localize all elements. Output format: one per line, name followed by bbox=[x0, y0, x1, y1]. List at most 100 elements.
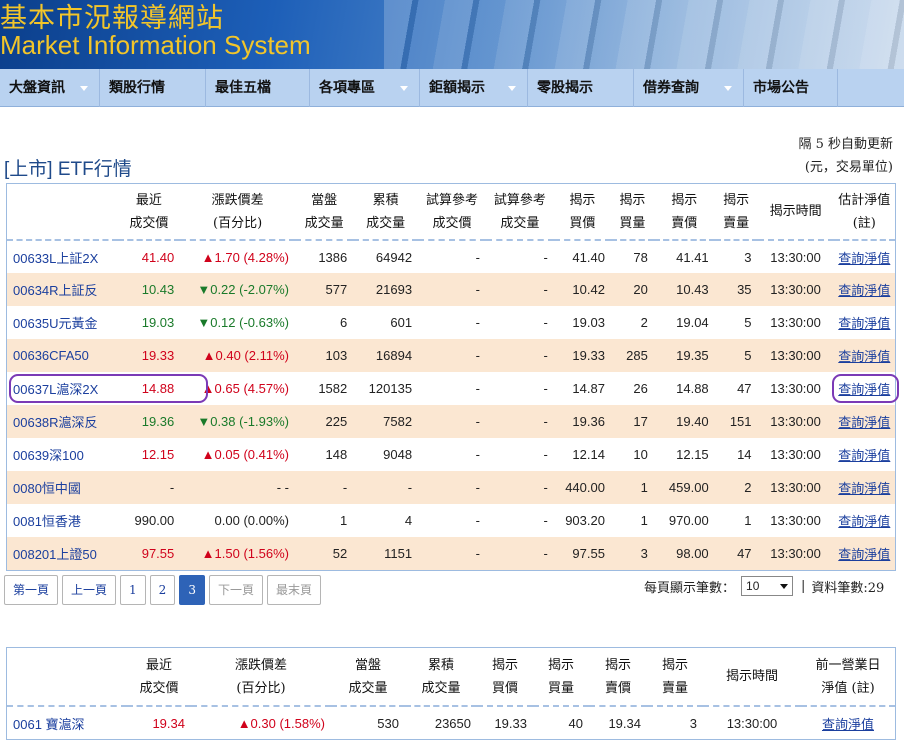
nav-item-0[interactable]: 大盤資訊 bbox=[0, 69, 100, 107]
bid-volume: 17 bbox=[610, 405, 654, 438]
quote-time: 13:30:00 bbox=[770, 249, 821, 265]
query-nav-link[interactable]: 查詢淨值 bbox=[838, 283, 890, 298]
etf-name[interactable]: 0080恒中國 bbox=[7, 471, 118, 504]
ask-volume: 47 bbox=[737, 381, 752, 396]
etf-name[interactable]: 00634R上証反 bbox=[7, 273, 118, 306]
nav-item-1[interactable]: 類股行情 bbox=[100, 69, 206, 107]
etf-name[interactable]: 00637L滬深2X bbox=[7, 372, 207, 405]
site-banner: 基本市況報導網站 Market Information System bbox=[0, 0, 904, 69]
page-size-select[interactable]: 10 bbox=[741, 576, 794, 596]
current-volume: 225 bbox=[294, 405, 354, 438]
nav-item-4[interactable]: 鉅額揭示 bbox=[420, 69, 528, 107]
bid-volume: 10 bbox=[633, 447, 648, 462]
page-size-value: 10 bbox=[746, 579, 760, 593]
etf-name[interactable]: 00638R滬深反 bbox=[7, 405, 118, 438]
bid-price: 19.33 bbox=[494, 715, 527, 731]
column-header: 最近 成交價 bbox=[127, 648, 191, 706]
etf-name[interactable]: 00633L上証2X bbox=[7, 240, 118, 273]
table-row: 00635U元黃金 19.03 ▼0.12 (-0.63%) 6 601 - - 19.03 2… bbox=[7, 306, 895, 339]
nav-item-5[interactable]: 零股揭示 bbox=[528, 69, 634, 107]
pager-button-0[interactable]: 第一頁 bbox=[4, 575, 59, 605]
price-change: ▲1.50 (1.56%) bbox=[180, 537, 295, 570]
etf-name[interactable]: 00636CFA50 bbox=[7, 339, 118, 372]
etf-name[interactable]: 00635U元黃金 bbox=[7, 306, 118, 339]
trial-price: - bbox=[418, 471, 486, 504]
column-header: 揭示時間 bbox=[703, 648, 801, 706]
query-nav-link[interactable]: 查詢淨值 bbox=[822, 717, 874, 732]
etf-name[interactable]: 0061 寶滬深 bbox=[7, 706, 127, 739]
price-change: ▲0.30 (1.58%) bbox=[237, 715, 325, 731]
pager-button-1[interactable]: 上一頁 bbox=[62, 575, 117, 605]
last-price: 97.55 bbox=[117, 537, 181, 570]
etf-name[interactable]: 00639深100 bbox=[7, 438, 118, 471]
query-nav-link[interactable]: 查詢淨值 bbox=[838, 448, 890, 463]
column-header-line2: 成交量 bbox=[348, 680, 388, 696]
query-nav-link[interactable]: 查詢淨值 bbox=[838, 382, 890, 397]
ask-volume: 5 bbox=[714, 339, 758, 372]
column-header-line1: 試算參考 bbox=[493, 192, 546, 208]
ask-price: 19.04 bbox=[676, 315, 709, 330]
nav-item-label: 借券查詢 bbox=[643, 80, 699, 96]
ask-price: 19.40 bbox=[653, 405, 715, 438]
ask-volume: 35 bbox=[714, 273, 758, 306]
query-nav-link[interactable]: 查詢淨值 bbox=[838, 514, 890, 529]
page-title: [上市] ETF行情 bbox=[4, 159, 132, 180]
cumulative-volume: 4 bbox=[404, 513, 413, 528]
trial-price: - bbox=[475, 447, 480, 462]
trial-price: - bbox=[475, 513, 480, 528]
column-header-line1: 揭示 bbox=[723, 192, 750, 208]
pager-button-6: 最末頁 bbox=[266, 575, 321, 605]
ask-volume: 3 bbox=[744, 249, 752, 265]
query-nav-link[interactable]: 查詢淨值 bbox=[838, 415, 890, 430]
bid-volume: 78 bbox=[633, 249, 648, 265]
column-header: 揭示 買量 bbox=[611, 184, 654, 240]
price-change: ▼0.22 (-2.07%) bbox=[180, 273, 295, 306]
current-volume: 148 bbox=[325, 447, 348, 462]
pager-button-4[interactable]: 3 bbox=[179, 575, 205, 605]
column-header-line2: 買量 bbox=[619, 215, 646, 231]
bid-price: 97.55 bbox=[553, 537, 611, 570]
ask-price: 41.41 bbox=[676, 249, 709, 265]
pager-button-2[interactable]: 1 bbox=[120, 575, 146, 605]
last-price: 990.00 bbox=[134, 513, 175, 528]
nav-item-label: 最佳五檔 bbox=[215, 80, 271, 96]
column-header: 累積 成交量 bbox=[405, 648, 477, 706]
trial-price: - bbox=[418, 273, 486, 306]
chevron-down-icon bbox=[400, 86, 408, 91]
query-nav-link[interactable]: 查詢淨值 bbox=[838, 547, 890, 562]
nav-cell: 查詢淨值 bbox=[833, 339, 895, 372]
column-header-line2: 賣價 bbox=[604, 680, 631, 696]
query-nav-link[interactable]: 查詢淨值 bbox=[838, 251, 890, 266]
ask-volume: 2 bbox=[714, 471, 758, 504]
query-nav-link[interactable]: 查詢淨值 bbox=[838, 349, 890, 364]
etf-name[interactable]: 0081恒香港 bbox=[7, 504, 118, 537]
column-header-line1: 揭示 bbox=[671, 192, 698, 208]
query-nav-link[interactable]: 查詢淨值 bbox=[838, 316, 890, 331]
column-header-line1: 揭示 bbox=[569, 192, 596, 208]
last-price: 19.33 bbox=[117, 339, 181, 372]
nav-item-2[interactable]: 最佳五檔 bbox=[206, 69, 310, 107]
ask-volume: 47 bbox=[714, 537, 758, 570]
current-volume: - bbox=[294, 471, 354, 504]
pager-button-3[interactable]: 2 bbox=[149, 575, 176, 605]
cumulative-volume: 7582 bbox=[353, 405, 419, 438]
column-header: 漲跌價差 (百分比) bbox=[180, 184, 295, 240]
ask-price: 19.35 bbox=[653, 339, 715, 372]
nav-item-7[interactable]: 市場公告 bbox=[744, 69, 838, 107]
table-row: 008201上證50 97.55 ▲1.50 (1.56%) 52 1151- -97.5… bbox=[7, 537, 895, 570]
last-price: 41.40 bbox=[141, 249, 175, 265]
query-nav-link[interactable]: 查詢淨值 bbox=[838, 481, 890, 496]
nav-cell: 查詢淨值 bbox=[834, 240, 895, 273]
nav-item-3[interactable]: 各項專區 bbox=[310, 69, 420, 107]
site-title-english: Market Information System bbox=[0, 30, 311, 60]
ask-volume: 14 bbox=[737, 447, 752, 462]
trial-volume: - bbox=[485, 537, 554, 570]
column-header-line2: (百分比) bbox=[213, 215, 263, 231]
etf-name[interactable]: 008201上證50 bbox=[7, 537, 118, 570]
nav-item-6[interactable]: 借券查詢 bbox=[634, 69, 744, 107]
table-header-row: 最近 成交價 漲跌價差 (百分比) 當盤 成交量 累積 成交量 試算參考 成交價 試算參考 成交量 揭示… bbox=[7, 184, 895, 240]
price-change: ▲0.65 (4.57%) bbox=[201, 381, 289, 396]
column-header: 最近 成交價 bbox=[118, 184, 181, 240]
current-volume: 577 bbox=[294, 273, 354, 306]
nav-item-label: 鉅額揭示 bbox=[429, 80, 485, 96]
